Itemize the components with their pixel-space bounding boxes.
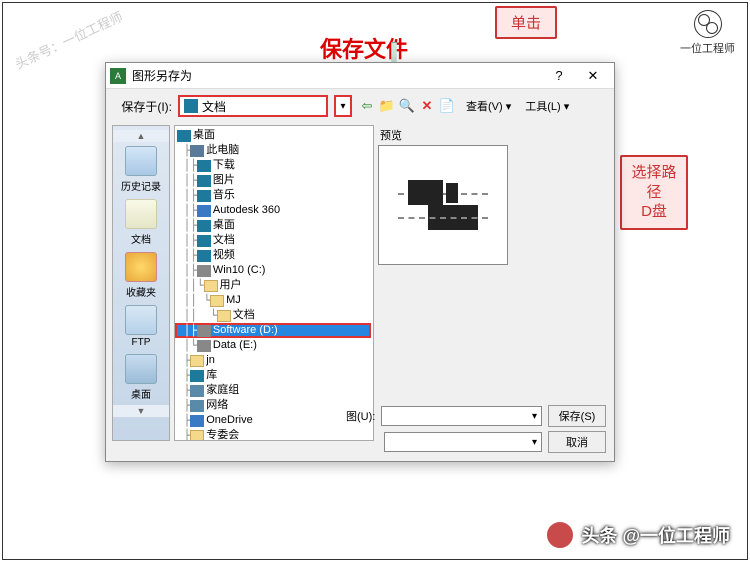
app-icon: A bbox=[110, 68, 126, 84]
sidebar-item-ftp[interactable]: FTP bbox=[117, 303, 165, 350]
callout-click: 单击 bbox=[495, 6, 557, 39]
cancel-button[interactable]: 取消 bbox=[548, 431, 606, 453]
dialog-title: 图形另存为 bbox=[132, 67, 192, 84]
preview-label: 预览 bbox=[378, 127, 610, 143]
sidebar-item-desktop[interactable]: 桌面 bbox=[117, 352, 165, 403]
back-icon[interactable]: ⇦ bbox=[358, 97, 376, 115]
search-icon[interactable]: 🔍 bbox=[398, 97, 416, 115]
filetype-dropdown[interactable]: ▾ bbox=[384, 432, 542, 452]
help-button[interactable]: ? bbox=[542, 64, 576, 88]
update-link-label: 图(U): bbox=[346, 408, 375, 424]
folder-icon bbox=[184, 99, 198, 113]
view-menu[interactable]: 查看(V) ▾ bbox=[462, 96, 515, 116]
save-in-value: 文档 bbox=[202, 98, 226, 115]
preview-thumbnail bbox=[378, 145, 508, 265]
ftp-icon bbox=[125, 305, 157, 335]
dropdown-arrow-button[interactable]: ▾ bbox=[334, 95, 352, 117]
favorites-icon bbox=[125, 252, 157, 282]
new-folder-icon[interactable]: 📄 bbox=[438, 97, 456, 115]
sidebar-item-documents[interactable]: 文档 bbox=[117, 197, 165, 248]
logo-top-right: 一位工程师 bbox=[680, 10, 735, 56]
save-in-dropdown[interactable]: 文档 bbox=[178, 95, 328, 117]
tools-menu[interactable]: 工具(L) ▾ bbox=[521, 96, 573, 116]
close-button[interactable]: ✕ bbox=[576, 64, 610, 88]
watermark-bottom-right: 头条 @一位工程师 bbox=[545, 520, 730, 550]
history-icon bbox=[125, 146, 157, 176]
save-as-dialog: A 图形另存为 ? ✕ 保存于(I): 文档 ▾ ⇦ 📁 🔍 ✕ 📄 查看(V)… bbox=[105, 62, 615, 462]
up-folder-icon[interactable]: 📁 bbox=[378, 97, 396, 115]
save-button[interactable]: 保存(S) bbox=[548, 405, 606, 427]
folder-tree[interactable]: 桌面 ├此电脑 │├下载 │├图片 │├音乐 │├Autodesk 360 │├… bbox=[174, 125, 374, 441]
drawing-preview bbox=[398, 175, 488, 235]
sidebar-item-favorites[interactable]: 收藏夹 bbox=[117, 250, 165, 301]
scroll-up-icon[interactable]: ▲ bbox=[113, 130, 169, 142]
delete-icon[interactable]: ✕ bbox=[418, 97, 436, 115]
documents-icon bbox=[125, 199, 157, 229]
avatar-icon bbox=[545, 520, 575, 550]
filename-dropdown[interactable]: ▾ bbox=[381, 406, 542, 426]
titlebar: A 图形另存为 ? ✕ bbox=[106, 63, 614, 89]
save-in-label: 保存于(I): bbox=[114, 98, 172, 115]
scroll-down-icon[interactable]: ▼ bbox=[113, 405, 169, 417]
places-bar: ▲ 历史记录 文档 收藏夹 FTP 桌面 ▼ bbox=[112, 125, 170, 441]
tree-item-drive-d[interactable]: │├Software (D:) bbox=[175, 323, 371, 338]
desktop-icon bbox=[125, 354, 157, 384]
tao-icon bbox=[694, 10, 722, 38]
sidebar-item-history[interactable]: 历史记录 bbox=[117, 144, 165, 195]
callout-select-path: 选择路径 D盘 bbox=[620, 155, 688, 230]
